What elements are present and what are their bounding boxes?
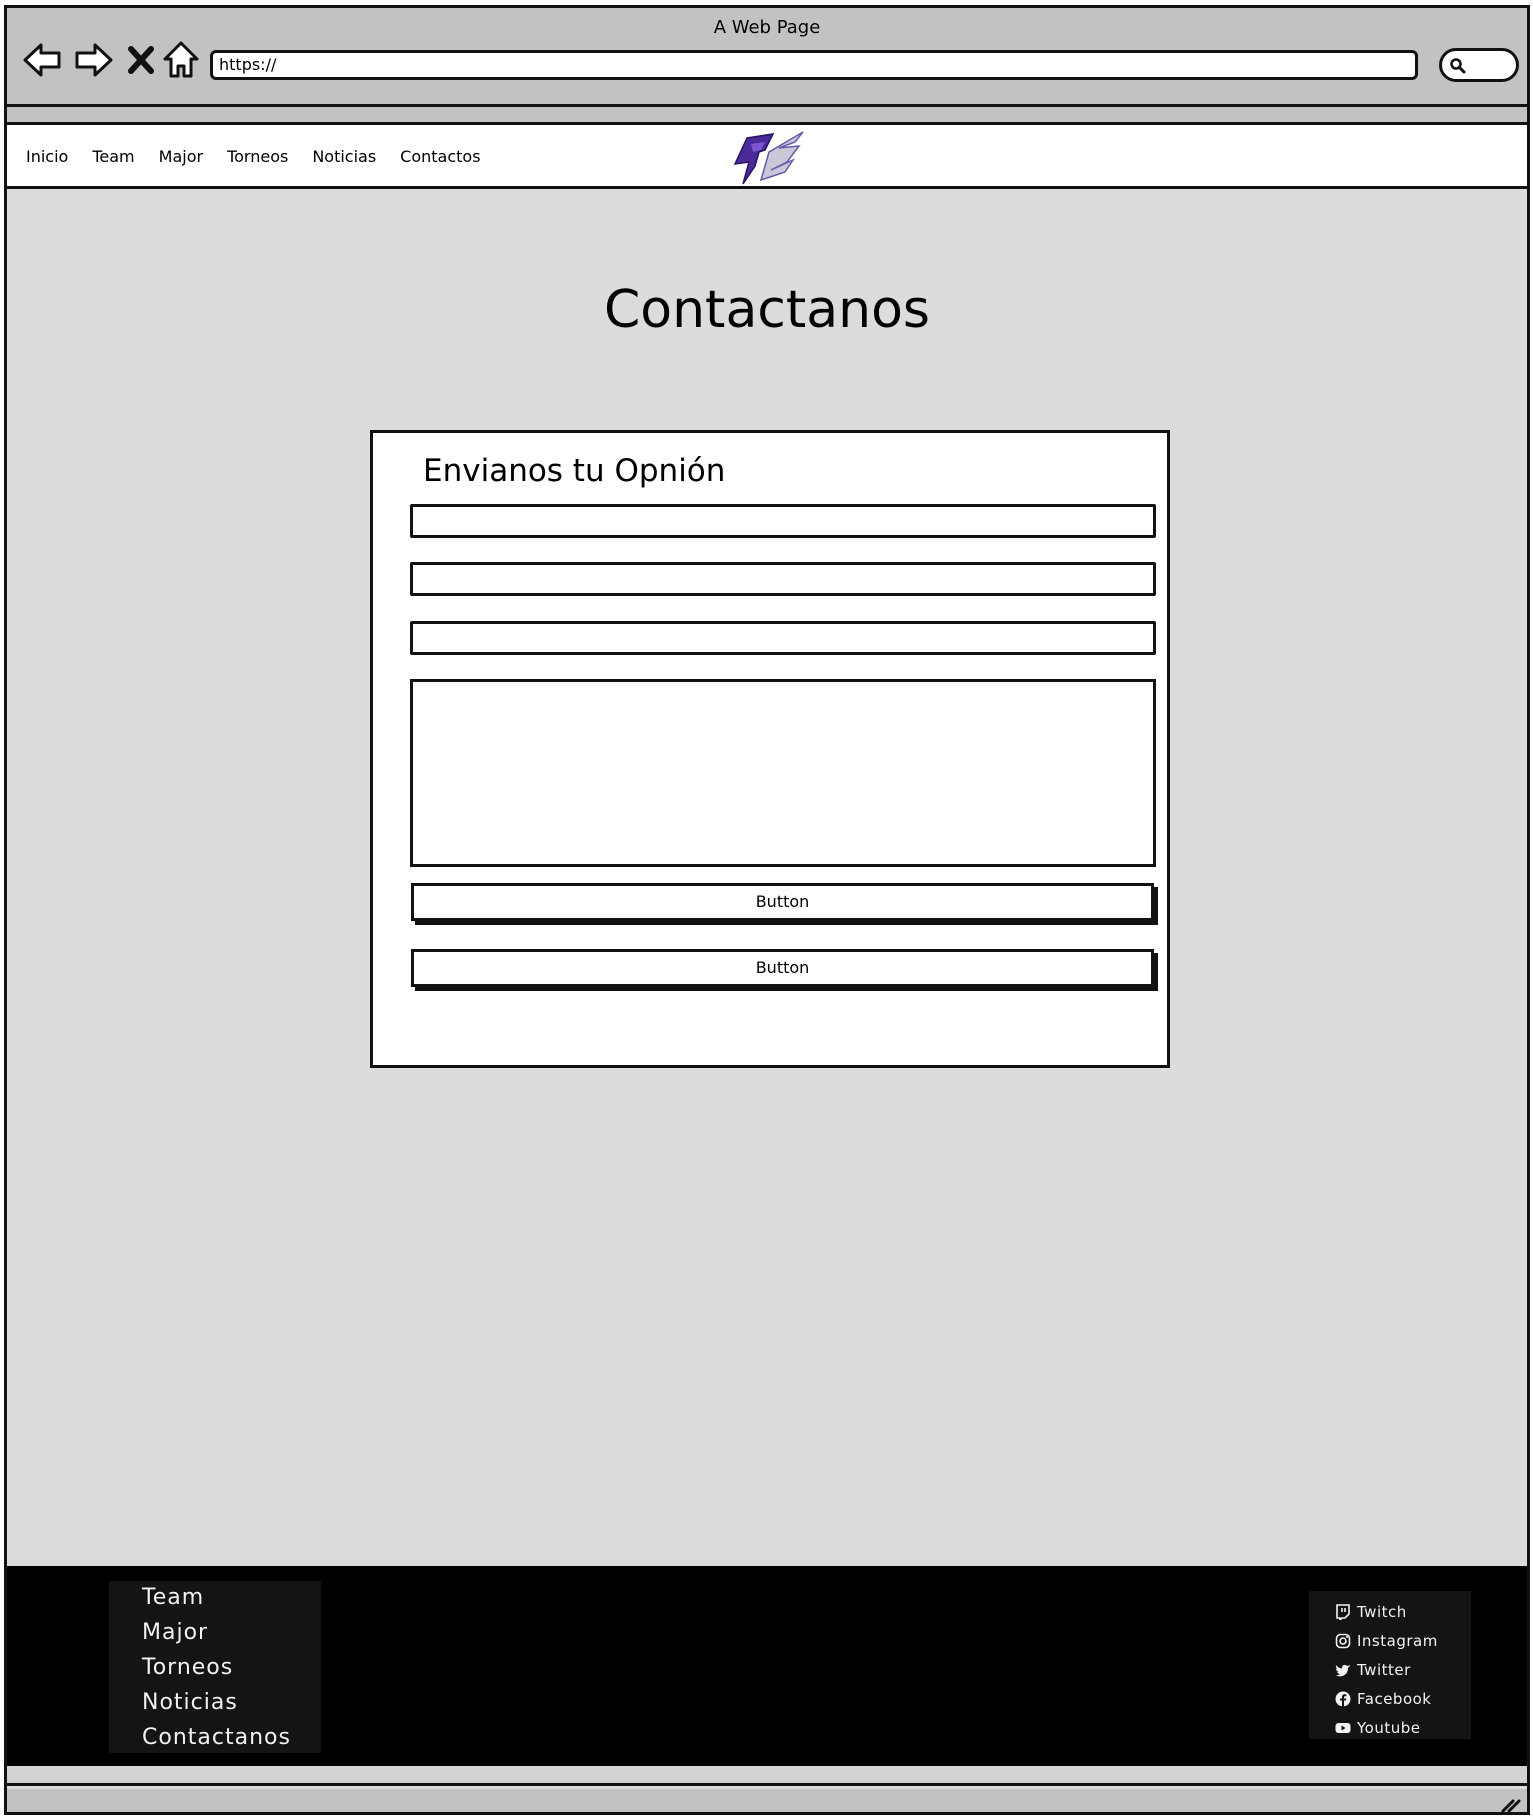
page-title: Contactanos xyxy=(603,280,931,340)
twitter-icon xyxy=(1335,1664,1350,1676)
instagram-icon xyxy=(1335,1633,1351,1648)
toolbar-strip xyxy=(7,107,1527,125)
nav-link-noticias[interactable]: Noticias xyxy=(312,147,376,166)
back-icon[interactable] xyxy=(21,38,65,82)
social-link-twitch[interactable]: Twitch xyxy=(1335,1597,1471,1626)
social-link-facebook[interactable]: Facebook xyxy=(1335,1684,1471,1713)
social-link-youtube[interactable]: Youtube xyxy=(1335,1713,1471,1742)
social-label: Twitch xyxy=(1357,1602,1407,1621)
form-field-3[interactable] xyxy=(410,621,1156,655)
nav-link-contactos[interactable]: Contactos xyxy=(400,147,480,166)
bottom-strip xyxy=(7,1766,1527,1786)
message-textarea[interactable] xyxy=(410,679,1156,867)
nav-link-team[interactable]: Team xyxy=(92,147,134,166)
team-logo[interactable] xyxy=(729,130,807,186)
twitch-icon xyxy=(1336,1603,1350,1620)
social-label: Youtube xyxy=(1357,1718,1421,1737)
social-links: Twitch Instagram Twitter Facebook Youtub… xyxy=(1309,1591,1471,1739)
status-bar xyxy=(7,1789,1527,1812)
resize-grip-icon[interactable] xyxy=(1501,1796,1521,1812)
footer-link-torneos[interactable]: Torneos xyxy=(142,1653,321,1688)
form-button-2[interactable]: Button xyxy=(411,949,1154,987)
browser-search-field[interactable] xyxy=(1439,48,1519,82)
footer-link-major[interactable]: Major xyxy=(142,1618,321,1653)
form-field-1[interactable] xyxy=(410,504,1156,538)
search-icon xyxy=(1450,58,1466,74)
footer-link-team[interactable]: Team xyxy=(142,1583,321,1618)
form-field-2[interactable] xyxy=(410,562,1156,596)
forward-icon[interactable] xyxy=(71,38,115,82)
site-header: Inicio Team Major Torneos Noticias Conta… xyxy=(7,125,1527,189)
footer-link-contactanos[interactable]: Contactanos xyxy=(142,1723,321,1758)
site-nav: Inicio Team Major Torneos Noticias Conta… xyxy=(26,147,481,166)
home-icon[interactable] xyxy=(159,38,203,82)
social-label: Facebook xyxy=(1357,1689,1432,1708)
facebook-icon xyxy=(1335,1691,1351,1707)
browser-chrome: A Web Page https:// xyxy=(7,8,1527,107)
address-bar[interactable]: https:// xyxy=(210,50,1418,80)
social-label: Instagram xyxy=(1357,1631,1438,1650)
browser-window: A Web Page https:// Inicio Team Major To… xyxy=(4,5,1530,1815)
nav-link-major[interactable]: Major xyxy=(159,147,203,166)
form-title: Envianos tu Opnión xyxy=(423,453,726,489)
footer-link-noticias[interactable]: Noticias xyxy=(142,1688,321,1723)
window-title: A Web Page xyxy=(713,17,821,38)
site-footer: Team Major Torneos Noticias Contactanos … xyxy=(7,1566,1527,1766)
contact-form: Envianos tu Opnión Button Button xyxy=(370,430,1170,1068)
social-label: Twitter xyxy=(1357,1660,1411,1679)
footer-links: Team Major Torneos Noticias Contactanos xyxy=(109,1581,321,1753)
youtube-icon xyxy=(1335,1722,1351,1733)
social-link-instagram[interactable]: Instagram xyxy=(1335,1626,1471,1655)
form-button-1[interactable]: Button xyxy=(411,883,1154,921)
social-link-twitter[interactable]: Twitter xyxy=(1335,1655,1471,1684)
nav-link-inicio[interactable]: Inicio xyxy=(26,147,68,166)
nav-link-torneos[interactable]: Torneos xyxy=(227,147,288,166)
